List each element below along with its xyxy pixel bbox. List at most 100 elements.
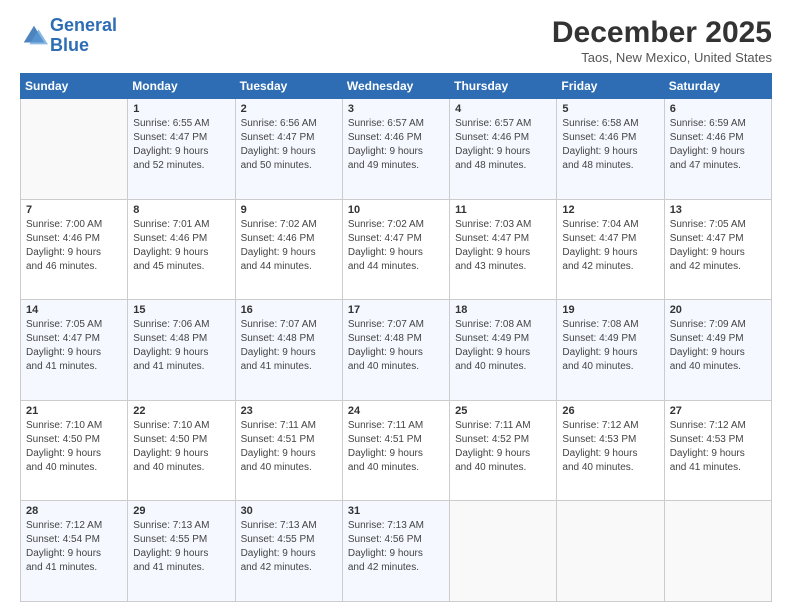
- day-info: Sunrise: 6:56 AMSunset: 4:47 PMDaylight:…: [241, 117, 337, 173]
- day-number: 11: [455, 204, 551, 216]
- day-number: 22: [133, 405, 229, 417]
- weekday-header-thursday: Thursday: [450, 74, 557, 99]
- day-number: 9: [241, 204, 337, 216]
- calendar-cell: 3 Sunrise: 6:57 AMSunset: 4:46 PMDaylight…: [342, 99, 449, 200]
- day-info: Sunrise: 7:06 AMSunset: 4:48 PMDaylight:…: [133, 318, 229, 374]
- calendar-cell: [664, 501, 771, 602]
- calendar-week-1: 1 Sunrise: 6:55 AMSunset: 4:47 PMDaylight…: [21, 99, 772, 200]
- calendar-cell: 10 Sunrise: 7:02 AMSunset: 4:47 PMDayligh…: [342, 199, 449, 300]
- day-info: Sunrise: 7:05 AMSunset: 4:47 PMDaylight:…: [670, 218, 766, 274]
- day-number: 12: [562, 204, 658, 216]
- calendar-cell: 14 Sunrise: 7:05 AMSunset: 4:47 PMDayligh…: [21, 300, 128, 401]
- day-info: Sunrise: 7:13 AMSunset: 4:55 PMDaylight:…: [133, 519, 229, 575]
- day-number: 5: [562, 103, 658, 115]
- day-info: Sunrise: 7:12 AMSunset: 4:53 PMDaylight:…: [670, 419, 766, 475]
- day-number: 19: [562, 304, 658, 316]
- calendar-cell: 12 Sunrise: 7:04 AMSunset: 4:47 PMDayligh…: [557, 199, 664, 300]
- day-info: Sunrise: 7:05 AMSunset: 4:47 PMDaylight:…: [26, 318, 122, 374]
- calendar-cell: 16Sunrise: 7:07 AMSunset: 4:48 PMDayligh…: [235, 300, 342, 401]
- day-number: 31: [348, 505, 444, 517]
- calendar-week-3: 14 Sunrise: 7:05 AMSunset: 4:47 PMDayligh…: [21, 300, 772, 401]
- header: General Blue December 2025 Taos, New Mex…: [20, 16, 772, 65]
- day-info: Sunrise: 7:08 AMSunset: 4:49 PMDaylight:…: [562, 318, 658, 374]
- day-number: 21: [26, 405, 122, 417]
- day-info: Sunrise: 7:10 AMSunset: 4:50 PMDaylight:…: [133, 419, 229, 475]
- day-number: 26: [562, 405, 658, 417]
- day-number: 29: [133, 505, 229, 517]
- weekday-header-saturday: Saturday: [664, 74, 771, 99]
- calendar-cell: 31 Sunrise: 7:13 AMSunset: 4:56 PMDayligh…: [342, 501, 449, 602]
- day-info: Sunrise: 7:13 AMSunset: 4:56 PMDaylight:…: [348, 519, 444, 575]
- calendar-cell: 28 Sunrise: 7:12 AMSunset: 4:54 PMDayligh…: [21, 501, 128, 602]
- calendar-cell: [450, 501, 557, 602]
- calendar-cell: 29 Sunrise: 7:13 AMSunset: 4:55 PMDayligh…: [128, 501, 235, 602]
- day-info: Sunrise: 7:12 AMSunset: 4:54 PMDaylight:…: [26, 519, 122, 575]
- day-info: Sunrise: 7:11 AMSunset: 4:51 PMDaylight:…: [348, 419, 444, 475]
- calendar-cell: 9Sunrise: 7:02 AMSunset: 4:46 PMDaylight…: [235, 199, 342, 300]
- day-info: Sunrise: 7:04 AMSunset: 4:47 PMDaylight:…: [562, 218, 658, 274]
- day-info: Sunrise: 7:13 AMSunset: 4:55 PMDaylight:…: [241, 519, 337, 575]
- calendar-cell: 1 Sunrise: 6:55 AMSunset: 4:47 PMDaylight…: [128, 99, 235, 200]
- day-number: 16: [241, 304, 337, 316]
- day-number: 23: [241, 405, 337, 417]
- day-info: Sunrise: 7:11 AMSunset: 4:51 PMDaylight:…: [241, 419, 337, 475]
- calendar-cell: 24 Sunrise: 7:11 AMSunset: 4:51 PMDayligh…: [342, 400, 449, 501]
- calendar-cell: 2 Sunrise: 6:56 AMSunset: 4:47 PMDaylight…: [235, 99, 342, 200]
- day-number: 20: [670, 304, 766, 316]
- day-number: 25: [455, 405, 551, 417]
- calendar-cell: 27 Sunrise: 7:12 AMSunset: 4:53 PMDayligh…: [664, 400, 771, 501]
- day-info: Sunrise: 7:11 AMSunset: 4:52 PMDaylight:…: [455, 419, 551, 475]
- calendar-cell: 13 Sunrise: 7:05 AMSunset: 4:47 PMDayligh…: [664, 199, 771, 300]
- day-number: 28: [26, 505, 122, 517]
- weekday-header-monday: Monday: [128, 74, 235, 99]
- day-info: Sunrise: 7:12 AMSunset: 4:53 PMDaylight:…: [562, 419, 658, 475]
- day-number: 10: [348, 204, 444, 216]
- weekday-header-sunday: Sunday: [21, 74, 128, 99]
- subtitle: Taos, New Mexico, United States: [552, 50, 772, 65]
- calendar-cell: [21, 99, 128, 200]
- calendar-cell: 5 Sunrise: 6:58 AMSunset: 4:46 PMDaylight…: [557, 99, 664, 200]
- day-number: 2: [241, 103, 337, 115]
- day-info: Sunrise: 6:57 AMSunset: 4:46 PMDaylight:…: [348, 117, 444, 173]
- calendar-cell: 30 Sunrise: 7:13 AMSunset: 4:55 PMDayligh…: [235, 501, 342, 602]
- calendar-cell: 11 Sunrise: 7:03 AMSunset: 4:47 PMDayligh…: [450, 199, 557, 300]
- day-info: Sunrise: 7:01 AMSunset: 4:46 PMDaylight:…: [133, 218, 229, 274]
- day-info: Sunrise: 6:59 AMSunset: 4:46 PMDaylight:…: [670, 117, 766, 173]
- calendar-cell: 7Sunrise: 7:00 AMSunset: 4:46 PMDaylight…: [21, 199, 128, 300]
- logo: General Blue: [20, 16, 117, 56]
- calendar-cell: 22 Sunrise: 7:10 AMSunset: 4:50 PMDayligh…: [128, 400, 235, 501]
- day-number: 8: [133, 204, 229, 216]
- day-number: 30: [241, 505, 337, 517]
- day-number: 17: [348, 304, 444, 316]
- calendar-body: 1 Sunrise: 6:55 AMSunset: 4:47 PMDaylight…: [21, 99, 772, 602]
- day-info: Sunrise: 6:58 AMSunset: 4:46 PMDaylight:…: [562, 117, 658, 173]
- calendar-cell: 17Sunrise: 7:07 AMSunset: 4:48 PMDayligh…: [342, 300, 449, 401]
- day-number: 27: [670, 405, 766, 417]
- day-number: 13: [670, 204, 766, 216]
- calendar-header: SundayMondayTuesdayWednesdayThursdayFrid…: [21, 74, 772, 99]
- title-block: December 2025 Taos, New Mexico, United S…: [552, 16, 772, 65]
- day-info: Sunrise: 6:55 AMSunset: 4:47 PMDaylight:…: [133, 117, 229, 173]
- day-info: Sunrise: 7:09 AMSunset: 4:49 PMDaylight:…: [670, 318, 766, 374]
- day-number: 1: [133, 103, 229, 115]
- calendar-cell: 6 Sunrise: 6:59 AMSunset: 4:46 PMDaylight…: [664, 99, 771, 200]
- logo-line2: Blue: [50, 35, 89, 55]
- day-number: 4: [455, 103, 551, 115]
- calendar-week-4: 21 Sunrise: 7:10 AMSunset: 4:50 PMDayligh…: [21, 400, 772, 501]
- calendar-cell: 18Sunrise: 7:08 AMSunset: 4:49 PMDayligh…: [450, 300, 557, 401]
- day-number: 14: [26, 304, 122, 316]
- day-info: Sunrise: 7:02 AMSunset: 4:47 PMDaylight:…: [348, 218, 444, 274]
- day-number: 24: [348, 405, 444, 417]
- page: General Blue December 2025 Taos, New Mex…: [0, 0, 792, 612]
- calendar-cell: 26 Sunrise: 7:12 AMSunset: 4:53 PMDayligh…: [557, 400, 664, 501]
- calendar-cell: 23 Sunrise: 7:11 AMSunset: 4:51 PMDayligh…: [235, 400, 342, 501]
- day-number: 6: [670, 103, 766, 115]
- calendar-cell: 19 Sunrise: 7:08 AMSunset: 4:49 PMDayligh…: [557, 300, 664, 401]
- day-number: 3: [348, 103, 444, 115]
- calendar-cell: 8 Sunrise: 7:01 AMSunset: 4:46 PMDaylight…: [128, 199, 235, 300]
- day-info: Sunrise: 7:03 AMSunset: 4:47 PMDaylight:…: [455, 218, 551, 274]
- calendar-week-2: 7Sunrise: 7:00 AMSunset: 4:46 PMDaylight…: [21, 199, 772, 300]
- logo-line1: General: [50, 15, 117, 35]
- day-info: Sunrise: 6:57 AMSunset: 4:46 PMDaylight:…: [455, 117, 551, 173]
- calendar-week-5: 28 Sunrise: 7:12 AMSunset: 4:54 PMDayligh…: [21, 501, 772, 602]
